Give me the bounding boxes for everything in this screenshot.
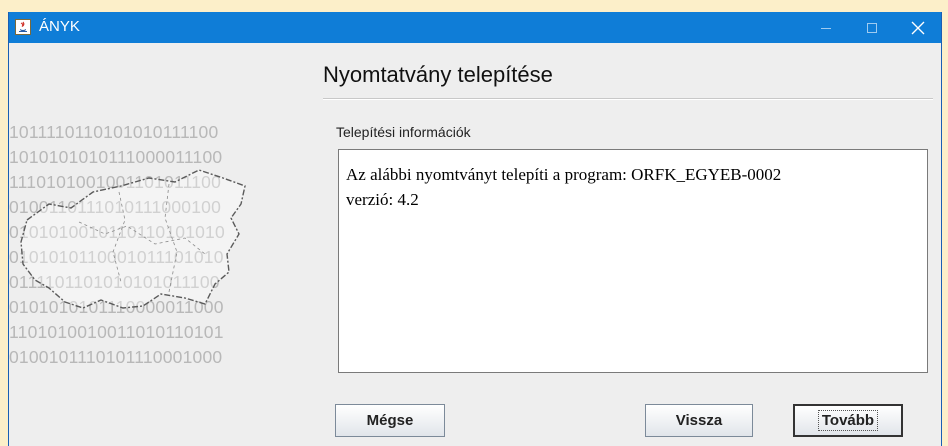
info-line: verzió: 4.2 [346, 190, 419, 209]
info-line: Az alábbi nyomtványt telepíti a program:… [346, 165, 782, 184]
close-icon [911, 21, 925, 34]
maximize-icon [867, 22, 877, 33]
java-app-icon [15, 19, 31, 35]
minimize-icon [821, 27, 831, 29]
installer-window: ÁNYK Nyomtatvány telepítése 101111011010… [8, 12, 942, 446]
binary-map-decoration: 1011110110101010111100 10101010101110000… [9, 122, 299, 387]
cancel-button[interactable]: Mégse [335, 404, 445, 437]
minimize-button[interactable] [803, 12, 849, 43]
maximize-button[interactable] [849, 12, 895, 43]
page-title: Nyomtatvány telepítése [323, 62, 553, 87]
back-button[interactable]: Vissza [645, 404, 753, 437]
install-info-textarea[interactable]: Az alábbi nyomtványt telepíti a program:… [338, 149, 928, 373]
hungary-map-icon [20, 169, 246, 309]
next-button[interactable]: Tovább [793, 404, 903, 437]
close-button[interactable] [895, 12, 941, 43]
heading-separator [323, 98, 933, 100]
window-title: ÁNYK [39, 18, 80, 35]
next-button-label: Tovább [817, 410, 879, 431]
info-section-label: Telepítési információk [336, 124, 471, 140]
title-bar[interactable]: ÁNYK [9, 12, 941, 43]
